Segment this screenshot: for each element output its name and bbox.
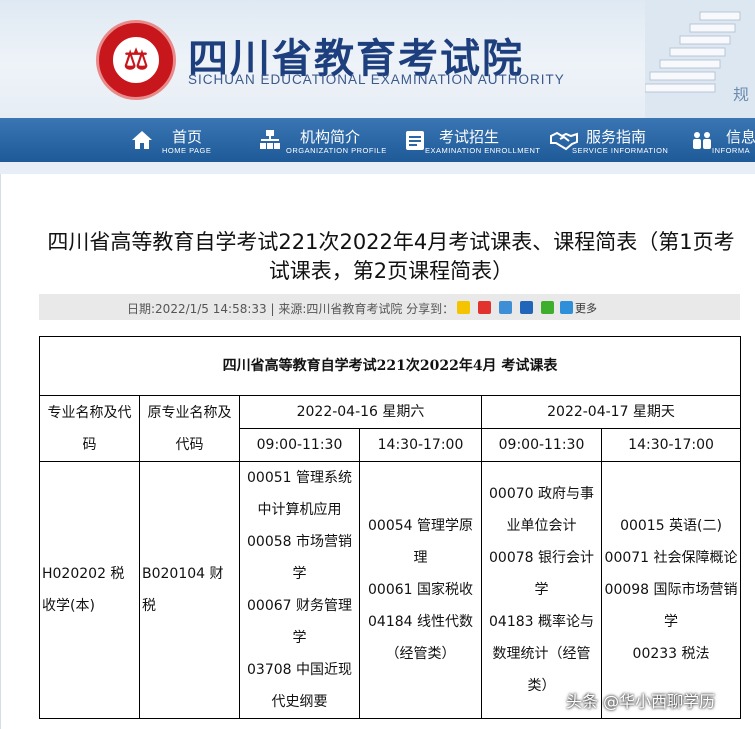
site-header: ⚖ 四川省教育考试院 SICHUAN EDUCATIONAL EXAMINATI… — [0, 0, 755, 118]
watermark: 头条 @华小西聊学历 — [566, 692, 716, 711]
nav-information-en: INFORMA — [712, 146, 751, 155]
cell-d1-pm: 00054 管理学原理 00061 国家税收 04184 线性代数（经管类） — [359, 461, 482, 719]
course-item: 00051 管理系统中计算机应用 — [247, 470, 352, 518]
cell-d2-am: 00070 政府与事业单位会计 00078 银行会计学 04183 概率论与数理… — [481, 461, 602, 719]
nav-home[interactable]: 首页 HOME PAGE — [130, 118, 220, 162]
svg-text:规: 规 — [733, 85, 749, 104]
exam-schedule-table: 四川省高等教育自学考试221次2022年4月 考试课表 专业名称及代码 原专业名… — [38, 336, 742, 719]
site-logo[interactable]: ⚖ — [96, 20, 176, 100]
course-item: 00070 政府与事业单位会计 — [489, 486, 594, 534]
header-major: 专业名称及代码 — [39, 395, 140, 462]
course-item: 00071 社会保障概论 — [604, 550, 738, 566]
header-slot-d2-pm: 14:30-17:00 — [600, 428, 742, 462]
header-old-major: 原专业名称及代码 — [139, 395, 240, 462]
nav-home-label: 首页 — [172, 128, 203, 146]
cell-d2-pm: 00015 英语(二) 00071 社会保障概论 00098 国际市场营销学 0… — [600, 461, 742, 719]
cell-old-major: B020104 财税 — [139, 461, 240, 719]
nav-enrollment[interactable]: 考试招生 EXAMINATION ENROLLMENT — [403, 118, 543, 162]
header-slot-d1-am: 09:00-11:30 — [239, 428, 360, 462]
share-qzone-icon[interactable] — [457, 301, 470, 314]
table-row: H020202 税收学(本) B020104 财税 00051 管理系统中计算机… — [39, 461, 742, 719]
nav-service-label: 服务指南 — [586, 128, 647, 146]
nav-home-en: HOME PAGE — [162, 146, 212, 155]
header-date-1: 2022-04-16 星期六 — [239, 395, 482, 429]
nav-organization-label: 机构简介 — [300, 128, 361, 146]
header-slot-d2-am: 09:00-11:30 — [481, 428, 602, 462]
nav-information-label: 信息 — [726, 128, 755, 146]
share-more-icon[interactable] — [560, 301, 573, 314]
article-title: 四川省高等教育自学考试221次2022年4月考试课表、课程简表（第1页考试课表，… — [47, 230, 735, 283]
course-item: 00233 税法 — [632, 646, 710, 662]
article-content: 四川省高等教育自学考试221次2022年4月考试课表、课程简表（第1页考试课表，… — [0, 174, 755, 729]
table-title-row: 四川省高等教育自学考试221次2022年4月 考试课表 — [38, 336, 742, 396]
org-chart-icon — [260, 130, 280, 149]
document-list-icon — [406, 131, 424, 150]
site-subtitle: SICHUAN EDUCATIONAL EXAMINATION AUTHORIT… — [188, 72, 565, 87]
cell-d1-am: 00051 管理系统中计算机应用 00058 市场营销学 00067 财务管理学… — [239, 461, 360, 719]
article-meta: 日期:2022/1/5 14:58:33 | 来源:四川省教育考试院 分享到： — [127, 302, 455, 316]
nav-enrollment-en: EXAMINATION ENROLLMENT — [425, 146, 541, 155]
logo-emblem: ⚖ — [111, 35, 161, 85]
nav-information[interactable]: 信息 INFORMA — [690, 118, 755, 162]
article-meta-bar: 日期:2022/1/5 14:58:33 | 来源:四川省教育考试院 分享到： … — [39, 294, 740, 320]
table-title: 四川省高等教育自学考试221次2022年4月 考试课表 — [38, 336, 742, 396]
table-date-row: 专业名称及代码 原专业名称及代码 2022-04-16 星期六 2022-04-… — [39, 395, 742, 462]
course-item: 00015 英语(二) — [620, 518, 722, 534]
course-item: 03708 中国近现代史纲要 — [247, 662, 352, 710]
nav-service[interactable]: 服务指南 SERVICE INFORMATION — [550, 118, 680, 162]
nav-organization-en: ORGANIZATION PROFILE — [286, 146, 387, 155]
course-item: 00078 银行会计学 — [489, 550, 594, 598]
people-icon — [693, 132, 711, 149]
course-item: 04184 线性代数（经管类） — [368, 614, 473, 662]
course-item: 00067 财务管理学 — [247, 598, 352, 646]
logo-glyph: ⚖ — [123, 43, 149, 76]
main-nav: 首页 HOME PAGE 机构简介 ORGANIZATION PROFILE 考… — [0, 118, 755, 162]
share-weibo-icon[interactable] — [478, 301, 491, 314]
header-gap — [0, 162, 755, 174]
nav-enrollment-label: 考试招生 — [439, 128, 500, 146]
stairs-decoration: 规 — [645, 0, 755, 118]
nav-service-en: SERVICE INFORMATION — [572, 146, 669, 155]
cell-major: H020202 税收学(本) — [39, 461, 140, 719]
course-item: 00061 国家税收 — [368, 582, 473, 598]
share-tencent-weibo-icon[interactable] — [499, 301, 512, 314]
share-renren-icon[interactable] — [520, 301, 533, 314]
header-slot-d1-pm: 14:30-17:00 — [359, 428, 482, 462]
header-date-2: 2022-04-17 星期天 — [480, 395, 742, 429]
share-wechat-icon[interactable] — [541, 301, 554, 314]
nav-organization[interactable]: 机构简介 ORGANIZATION PROFILE — [258, 118, 393, 162]
course-item: 00058 市场营销学 — [247, 534, 352, 582]
home-icon — [132, 131, 152, 149]
share-more-label[interactable]: 更多 — [575, 300, 597, 316]
course-item: 00098 国际市场营销学 — [604, 582, 738, 630]
course-item: 00054 管理学原理 — [368, 518, 473, 566]
